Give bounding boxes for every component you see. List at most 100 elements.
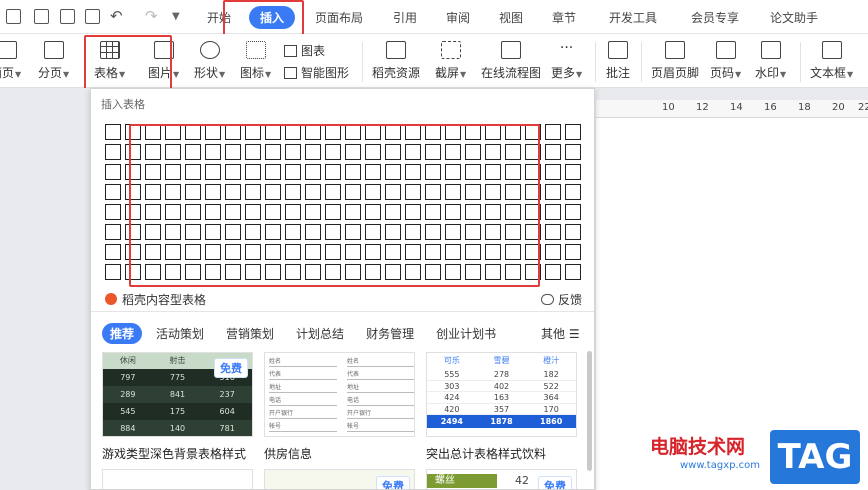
- redo-icon[interactable]: ↷: [145, 9, 160, 24]
- horizontal-ruler[interactable]: 10 12 14 16 18 20 22: [596, 100, 868, 118]
- ruler-tick: 14: [730, 102, 743, 113]
- screenshot-button[interactable]: 截屏▼: [435, 41, 466, 81]
- category-tab-marketing[interactable]: 营销策划: [226, 325, 274, 342]
- shape-button[interactable]: 形状▼: [194, 41, 225, 81]
- template-card-housing-info[interactable]: 姓名 代表 地址 电话 开户银行 帐号 姓名 代表 地址 电话 开户银行 帐号: [264, 352, 415, 437]
- template-card-dark-game[interactable]: 休闲 射击 797775516 289841237 545175604 8841…: [102, 352, 253, 437]
- table-grid-cell[interactable]: [545, 204, 561, 220]
- cover-page-button[interactable]: 封面页▼: [0, 41, 21, 81]
- header-footer-button[interactable]: 页眉页脚: [651, 41, 699, 81]
- table-grid-cell[interactable]: [565, 144, 581, 160]
- ruler-tick: 22: [858, 102, 868, 113]
- table-grid-cell[interactable]: [565, 224, 581, 240]
- docer-resources-icon: [386, 41, 406, 59]
- form-column: 姓名 代表 地址 电话 开户银行 帐号: [347, 357, 414, 435]
- table-grid-cell[interactable]: [105, 144, 121, 160]
- docer-resources-button[interactable]: 稻壳资源: [372, 41, 420, 81]
- table-grid-cell[interactable]: [545, 264, 561, 280]
- template-name[interactable]: 供房信息: [264, 445, 312, 462]
- icon-library-icon: [245, 41, 266, 59]
- template-category-tabs: 推荐 活动策划 营销策划 计划总结 财务管理 创业计划书: [102, 323, 518, 344]
- table-grid-cell[interactable]: [565, 204, 581, 220]
- page-number-button[interactable]: 页码▼: [710, 41, 741, 81]
- table-grid-cell[interactable]: [105, 264, 121, 280]
- template-card-partial[interactable]: 免费: [264, 469, 415, 489]
- category-tab-plan-summary[interactable]: 计划总结: [296, 325, 344, 342]
- feedback-button[interactable]: 反馈: [541, 291, 582, 308]
- table-row: 424 163 364: [427, 392, 576, 404]
- customize-dropdown-icon[interactable]: ▼: [172, 9, 187, 24]
- page-break-button[interactable]: 分页▼: [38, 41, 69, 81]
- template-label: 螺丝: [427, 474, 497, 488]
- table-grid-cell[interactable]: [105, 204, 121, 220]
- header-footer-icon: [665, 41, 685, 59]
- table-grid-cell[interactable]: [545, 164, 561, 180]
- template-card-beverage-total[interactable]: 可乐 雪碧 橙汁 555 278 182 303 402 522 424 163 364 4…: [426, 352, 577, 437]
- panel-divider: [91, 311, 594, 312]
- more-categories-button[interactable]: 其他 ☰: [541, 325, 580, 342]
- chart-button[interactable]: 图表: [284, 42, 325, 59]
- ruler-tick: 20: [832, 102, 845, 113]
- free-badge: 免费: [214, 358, 248, 378]
- table-grid-cell[interactable]: [565, 244, 581, 260]
- table-grid-cell[interactable]: [105, 224, 121, 240]
- category-tab-business-plan[interactable]: 创业计划书: [436, 325, 496, 342]
- template-name[interactable]: 突出总计表格样式饮料: [426, 445, 546, 462]
- tab-page-layout[interactable]: 页面布局: [315, 9, 363, 26]
- comment-icon: [608, 41, 628, 59]
- table-grid-cell[interactable]: [105, 184, 121, 200]
- undo-icon[interactable]: ↶: [110, 9, 125, 24]
- template-name[interactable]: 游戏类型深色背景表格样式: [102, 445, 246, 462]
- table-grid-cell[interactable]: [545, 144, 561, 160]
- tab-review[interactable]: 审阅: [446, 9, 470, 26]
- flowchart-icon: [501, 41, 521, 59]
- export-pdf-icon[interactable]: [34, 9, 49, 24]
- tag-logo: TAG: [770, 430, 860, 484]
- more-button[interactable]: ··· 更多▼: [551, 41, 582, 81]
- comment-button[interactable]: 批注: [606, 41, 630, 81]
- table-grid-cell[interactable]: [105, 164, 121, 180]
- panel-title: 插入表格: [101, 98, 145, 111]
- docer-content-tables-link[interactable]: 稻壳内容型表格: [105, 291, 206, 308]
- ribbon-divider: [362, 42, 363, 82]
- icon-library-button[interactable]: 图标▼: [240, 41, 271, 81]
- feedback-bubble-icon: [541, 294, 554, 305]
- tab-paper[interactable]: 论文助手: [770, 9, 818, 26]
- table-grid-cell[interactable]: [565, 184, 581, 200]
- tab-member[interactable]: 会员专享: [691, 9, 739, 26]
- smart-art-button[interactable]: 智能图形: [284, 64, 349, 81]
- table-grid-cell[interactable]: [565, 124, 581, 140]
- print-icon[interactable]: [60, 9, 75, 24]
- print-preview-icon[interactable]: [85, 9, 100, 24]
- table-grid-cell[interactable]: [545, 124, 561, 140]
- table-grid-cell[interactable]: [545, 184, 561, 200]
- category-tab-finance[interactable]: 财务管理: [366, 325, 414, 342]
- ruler-tick: 10: [662, 102, 675, 113]
- table-grid-cell[interactable]: [545, 224, 561, 240]
- free-badge: 免费: [538, 476, 572, 489]
- tab-developer[interactable]: 开发工具: [609, 9, 657, 26]
- tab-section[interactable]: 章节: [552, 9, 576, 26]
- more-dots-icon: ···: [559, 40, 574, 56]
- tab-view[interactable]: 视图: [499, 9, 523, 26]
- table-grid-cell[interactable]: [105, 124, 121, 140]
- tab-references[interactable]: 引用: [393, 9, 417, 26]
- docer-flame-icon: [105, 293, 117, 305]
- ruler-tick: 18: [798, 102, 811, 113]
- insert-tab-highlight: [223, 0, 304, 37]
- watermark-button[interactable]: 水印▼: [755, 41, 786, 81]
- table-grid-cell[interactable]: [565, 164, 581, 180]
- template-card-partial[interactable]: 螺丝 42 免费: [426, 469, 577, 489]
- table-grid-cell[interactable]: [545, 244, 561, 260]
- site-url: www.tagxp.com: [680, 460, 760, 471]
- template-card-partial[interactable]: [102, 469, 253, 489]
- table-grid-cell[interactable]: [565, 264, 581, 280]
- save-icon[interactable]: [6, 9, 21, 24]
- category-tab-recommended[interactable]: 推荐: [102, 323, 143, 344]
- table-row: 303 402 522: [427, 381, 576, 392]
- online-flowchart-button[interactable]: 在线流程图: [481, 41, 541, 81]
- table-grid-cell[interactable]: [105, 244, 121, 260]
- text-box-button[interactable]: 文本框▼: [810, 41, 853, 81]
- category-tab-event-planning[interactable]: 活动策划: [156, 325, 204, 342]
- template-scrollbar[interactable]: [587, 351, 592, 471]
